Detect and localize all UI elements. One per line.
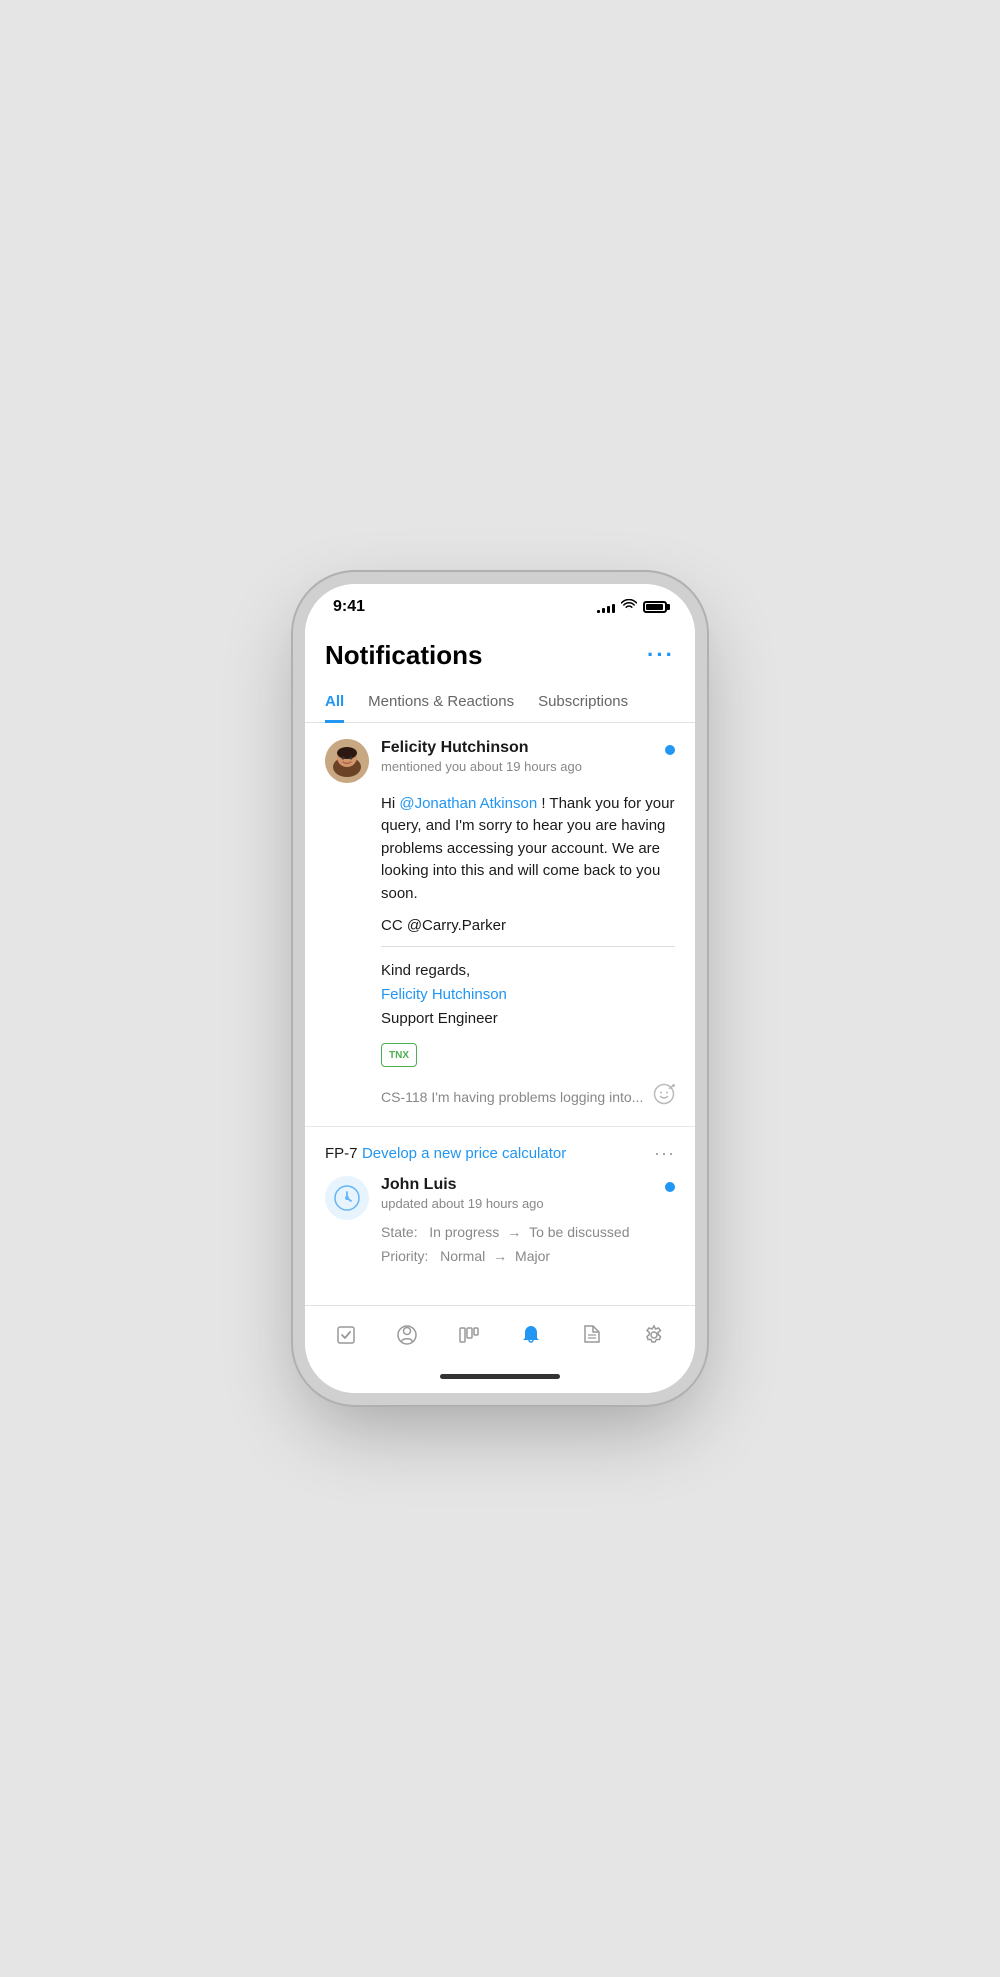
- notification-username: Felicity Hutchinson: [381, 739, 653, 757]
- phone-frame: 9:41 Notification: [305, 584, 695, 1393]
- tab-bar-notifications[interactable]: [512, 1320, 550, 1356]
- issue-section-fp7: FP-7 Develop a new price calculator ···: [305, 1127, 695, 1285]
- docs-icon: [581, 1324, 603, 1352]
- issue-meta: John Luis updated about 19 hours ago Sta…: [381, 1176, 675, 1269]
- tab-subscriptions[interactable]: Subscriptions: [538, 683, 628, 723]
- notification-meta: Felicity Hutchinson mentioned you about …: [381, 739, 653, 774]
- avatar: [325, 739, 369, 783]
- issue-change-state: State: In progress → To be discussed: [381, 1221, 675, 1245]
- tab-bar-docs[interactable]: [573, 1320, 611, 1356]
- issue-ref: FP-7 Develop a new price calculator ···: [325, 1143, 675, 1164]
- issue-title-link[interactable]: Develop a new price calculator: [362, 1145, 566, 1162]
- screen-content: Notifications ··· All Mentions & Reactio…: [305, 624, 695, 1305]
- wifi-icon: [621, 599, 637, 614]
- tasks-icon: [335, 1324, 357, 1352]
- signal-icon: [597, 601, 615, 613]
- page-header: Notifications ···: [305, 624, 695, 683]
- notification-body: Hi @Jonathan Atkinson ! Thank you for yo…: [325, 793, 675, 1111]
- tab-bar-settings[interactable]: [635, 1320, 673, 1356]
- tab-bar-help[interactable]: [388, 1320, 426, 1356]
- issue-unread-indicator: [665, 1182, 675, 1192]
- board-icon: [458, 1324, 480, 1352]
- home-bar: [440, 1374, 560, 1379]
- issue-preview-text: CS-118 I'm having problems logging into.…: [381, 1089, 643, 1105]
- status-time: 9:41: [333, 598, 365, 616]
- notifications-icon: [520, 1324, 542, 1352]
- help-icon: [396, 1324, 418, 1352]
- notification-felicity[interactable]: Felicity Hutchinson mentioned you about …: [305, 723, 695, 1128]
- tab-all[interactable]: All: [325, 683, 344, 723]
- mention-message: Hi @Jonathan Atkinson ! Thank you for yo…: [381, 793, 675, 906]
- issue-change-priority: Priority: Normal → Major: [381, 1245, 675, 1269]
- unread-indicator: [665, 745, 675, 755]
- notification-header: Felicity Hutchinson mentioned you about …: [325, 739, 675, 783]
- tab-bar-board[interactable]: [450, 1320, 488, 1356]
- tabs-container: All Mentions & Reactions Subscriptions: [305, 683, 695, 723]
- tab-bar-tasks[interactable]: [327, 1320, 365, 1356]
- spacer: [305, 1285, 695, 1305]
- emoji-react-icon[interactable]: [653, 1083, 675, 1110]
- signature-role: Support Engineer: [381, 1007, 675, 1031]
- status-icons: [597, 599, 667, 614]
- notification-time: mentioned you about 19 hours ago: [381, 759, 653, 774]
- issue-username: John Luis: [381, 1176, 544, 1194]
- bottom-tab-bar: [305, 1305, 695, 1366]
- issue-changes: State: In progress → To be discussed Pri…: [381, 1221, 675, 1269]
- issue-preview-row[interactable]: CS-118 I'm having problems logging into.…: [381, 1083, 675, 1110]
- status-bar: 9:41: [305, 584, 695, 624]
- battery-icon: [643, 601, 667, 613]
- issue-notification-john[interactable]: John Luis updated about 19 hours ago Sta…: [325, 1176, 675, 1285]
- cc-line: CC @Carry.Parker: [381, 917, 675, 947]
- more-menu-button[interactable]: ···: [647, 642, 675, 668]
- issue-avatar: [325, 1176, 369, 1220]
- issue-time: updated about 19 hours ago: [381, 1196, 544, 1211]
- issue-more-button[interactable]: ···: [654, 1143, 675, 1164]
- home-indicator: [305, 1366, 695, 1393]
- page-title: Notifications: [325, 640, 482, 671]
- tnx-badge: TNX: [381, 1043, 417, 1067]
- mention-link[interactable]: @Jonathan Atkinson: [399, 795, 537, 812]
- tab-mentions[interactable]: Mentions & Reactions: [368, 683, 514, 723]
- signature: Kind regards, Felicity Hutchinson Suppor…: [381, 959, 675, 1031]
- settings-icon: [643, 1324, 665, 1352]
- signature-name-link[interactable]: Felicity Hutchinson: [381, 986, 507, 1003]
- signature-greeting: Kind regards,: [381, 959, 675, 983]
- issue-ref-id: FP-7: [325, 1145, 358, 1162]
